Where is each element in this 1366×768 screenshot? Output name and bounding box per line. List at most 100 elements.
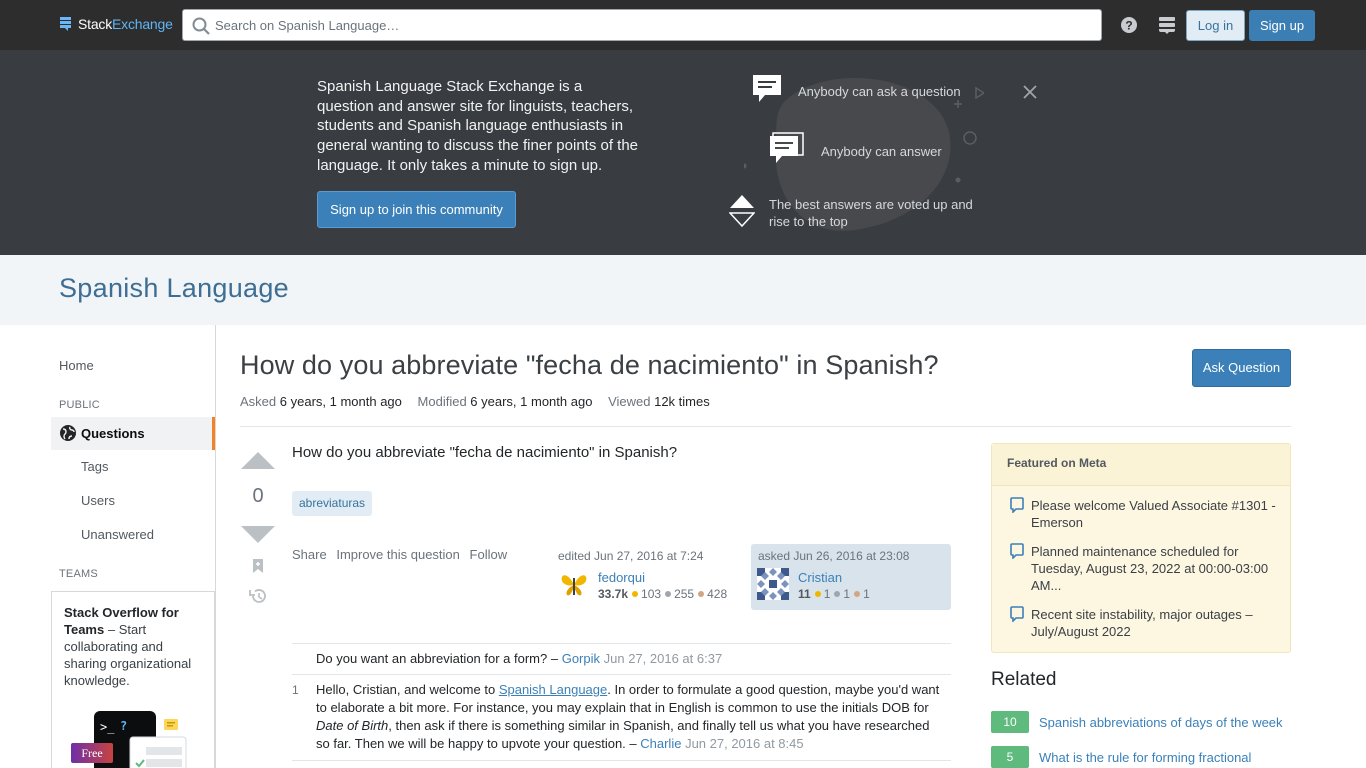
silver-badge-icon	[665, 591, 672, 598]
improve-question-link[interactable]: Improve this question	[336, 547, 460, 562]
site-switcher-icon[interactable]	[1158, 16, 1176, 34]
editor-card: edited Jun 27, 2016 at 7:24 fedorqui 33.…	[558, 549, 738, 605]
help-icon[interactable]: ?	[1120, 16, 1138, 34]
nav-tags[interactable]: Tags	[81, 459, 108, 474]
asked-value: 6 years, 1 month ago	[279, 394, 402, 409]
comment-text: Do you want an abbreviation for a form? …	[316, 651, 562, 666]
follow-link[interactable]: Follow	[470, 547, 508, 562]
meta-post-icon	[1010, 606, 1024, 622]
featured-on-meta-widget: Featured on Meta Please welcome Valued A…	[991, 443, 1291, 653]
hero-description: Spanish Language Stack Exchange is a que…	[317, 78, 639, 174]
featured-item-link[interactable]: Recent site instability, major outages –…	[1031, 606, 1276, 640]
vote-count: 0	[252, 485, 264, 507]
free-badge: Free	[71, 743, 113, 763]
edited-time[interactable]: edited Jun 27, 2016 at 7:24	[558, 549, 703, 563]
teams-promo-text: Stack Overflow for Teams – Start collabo…	[64, 604, 204, 689]
nav-public-heading: PUBLIC	[59, 399, 100, 411]
search-icon	[192, 17, 210, 35]
asker-gold-count: 1	[823, 587, 831, 601]
comment-user[interactable]: Gorpik	[562, 651, 600, 666]
comment-divider	[292, 674, 951, 675]
comment-user[interactable]: Charlie	[640, 736, 681, 751]
nav-users[interactable]: Users	[81, 493, 115, 508]
teams-promo[interactable]: Stack Overflow for Teams – Start collabo…	[51, 591, 215, 768]
svg-text:?: ?	[1125, 19, 1132, 33]
editor-bronze-count: 428	[707, 587, 728, 601]
comment-time[interactable]: Jun 27, 2016 at 8:45	[685, 736, 804, 751]
header-divider	[240, 426, 1291, 427]
search-input[interactable]: Search on Spanish Language…	[182, 9, 1102, 41]
asked-time[interactable]: asked Jun 26, 2016 at 23:08	[758, 549, 909, 563]
featured-heading: Featured on Meta	[992, 444, 1290, 486]
logo-exchange-text: Exchange	[112, 16, 173, 32]
nav-home[interactable]: Home	[59, 358, 94, 373]
asker-bronze-count: 1	[863, 587, 870, 601]
editor-name[interactable]: fedorqui	[598, 570, 645, 585]
globe-icon	[60, 425, 76, 441]
comment-item: Do you want an abbreviation for a form? …	[316, 650, 942, 668]
comment-text: , then ask if there is something similar…	[316, 718, 930, 751]
stackexchange-icon	[60, 17, 71, 31]
editor-reputation: 33.7k 103 255 428	[598, 587, 727, 601]
editor-silver-count: 255	[674, 587, 695, 601]
history-icon[interactable]	[248, 587, 268, 605]
vote-arrows-icon	[729, 195, 755, 228]
viewed-label: Viewed	[608, 394, 651, 409]
asker-avatar[interactable]	[757, 568, 789, 600]
editor-rep-score: 33.7k	[598, 587, 629, 601]
meta-post-icon	[1010, 543, 1024, 559]
nav-unanswered[interactable]: Unanswered	[81, 527, 154, 542]
asker-rep-score: 11	[798, 587, 811, 601]
top-bar: Stack Exchange Search on Spanish Language…	[0, 0, 1366, 50]
tag-abreviaturas[interactable]: abreviaturas	[292, 491, 373, 516]
related-question-link[interactable]: Spanish abbreviations of days of the wee…	[1039, 715, 1283, 730]
related-score-badge: 5	[991, 746, 1029, 768]
join-community-button[interactable]: Sign up to join this community	[317, 191, 516, 228]
svg-text:?: ?	[120, 719, 127, 733]
related-question-link[interactable]: What is the rule for forming fractional	[1039, 750, 1251, 765]
upvote-arrow-icon[interactable]	[241, 452, 275, 470]
feature-answer-text: Anybody can answer	[821, 144, 942, 159]
site-name-link[interactable]: Spanish Language	[59, 273, 289, 304]
meta-post-icon	[1010, 497, 1024, 513]
gold-badge-icon	[814, 591, 821, 598]
comment-score: 1	[292, 683, 299, 697]
signup-button[interactable]: Sign up	[1249, 10, 1315, 41]
comment-divider	[292, 760, 951, 761]
downvote-arrow-icon[interactable]	[241, 525, 275, 543]
post-menu: Share Improve this question Follow	[292, 547, 513, 562]
comment-italic: Date of Birth	[316, 718, 389, 733]
bronze-badge-icon	[698, 591, 705, 598]
comment-site-link[interactable]: Spanish Language	[499, 682, 607, 697]
modified-value: 6 years, 1 month ago	[470, 394, 593, 409]
stackexchange-logo[interactable]: Stack Exchange	[59, 16, 173, 32]
featured-item-link[interactable]: Planned maintenance scheduled for Tuesda…	[1031, 543, 1276, 594]
question-title[interactable]: How do you abbreviate "fecha de nacimien…	[240, 350, 939, 381]
comment-divider	[292, 643, 951, 644]
featured-item-link[interactable]: Please welcome Valued Associate #1301 - …	[1031, 497, 1276, 531]
editor-avatar[interactable]	[561, 574, 587, 596]
silver-badge-icon	[834, 591, 841, 598]
comment-time[interactable]: Jun 27, 2016 at 6:37	[604, 651, 723, 666]
answer-icon	[770, 132, 804, 163]
question-stats: Asked 6 years, 1 month ago Modified 6 ye…	[240, 394, 722, 409]
ask-question-button[interactable]: Ask Question	[1192, 349, 1291, 387]
bronze-badge-icon	[854, 591, 861, 598]
feature-vote-text: The best answers are voted up and rise t…	[769, 197, 973, 229]
modified-label: Modified	[417, 394, 467, 409]
gold-badge-icon	[632, 591, 639, 598]
viewed-value: 12k times	[654, 394, 710, 409]
asked-label: Asked	[240, 394, 277, 409]
nav-questions[interactable]: Questions	[51, 417, 215, 450]
asker-name[interactable]: Cristian	[798, 570, 842, 585]
logo-stack-text: Stack	[78, 16, 113, 32]
svg-text:>_: >_	[100, 720, 115, 734]
asker-silver-count: 1	[843, 587, 851, 601]
question-body: How do you abbreviate "fecha de nacimien…	[292, 444, 678, 461]
bookmark-icon[interactable]	[251, 558, 265, 574]
close-icon[interactable]	[1022, 84, 1038, 100]
related-score-badge: 10	[991, 711, 1029, 733]
login-button[interactable]: Log in	[1186, 10, 1245, 41]
share-link[interactable]: Share	[292, 547, 327, 562]
asker-card: asked Jun 26, 2016 at 23:08 Cristian 11 1…	[751, 544, 951, 610]
